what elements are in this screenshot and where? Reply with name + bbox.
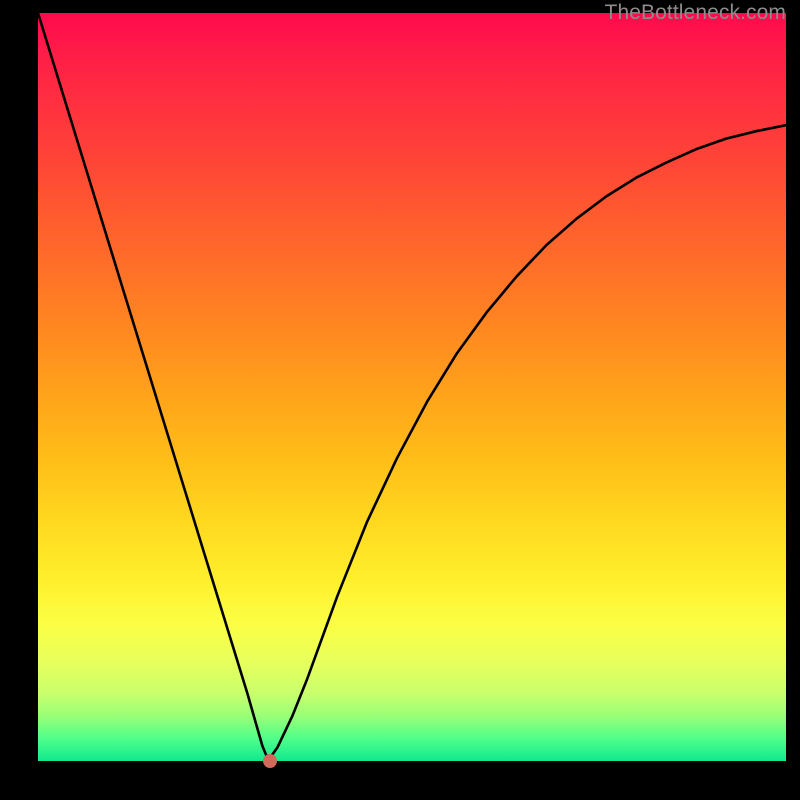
bottleneck-curve xyxy=(38,13,786,761)
chart-frame: TheBottleneck.com xyxy=(0,0,800,800)
optimal-point-marker xyxy=(263,754,277,768)
watermark-text: TheBottleneck.com xyxy=(605,1,786,25)
plot-area xyxy=(38,13,786,761)
